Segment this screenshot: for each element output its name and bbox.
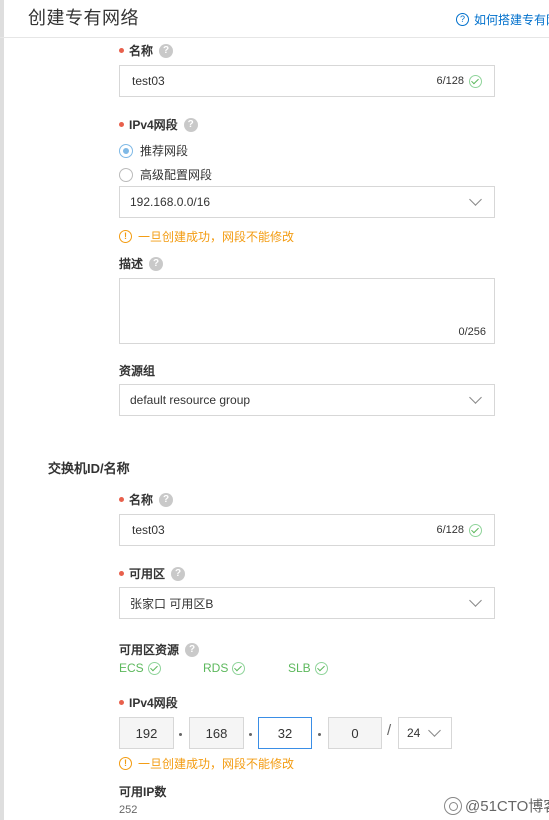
radio-selected-icon[interactable] <box>119 143 133 158</box>
help-icon[interactable]: ? <box>159 43 174 58</box>
radio-advanced-label: 高级配置网段 <box>140 168 213 182</box>
zone-resources-label: 可用区资源 ? <box>119 641 200 658</box>
description-counter: 0/256 <box>458 326 486 338</box>
ip-octet-1: 192 <box>119 717 174 749</box>
check-circle-icon <box>232 661 246 675</box>
description-textarea[interactable]: 0/256 <box>119 278 495 344</box>
ip-mask-select[interactable]: 24 <box>398 717 452 749</box>
zone-select[interactable]: 张家口 可用区B <box>119 587 495 619</box>
vswitch-name-label-text: 名称 <box>129 493 154 507</box>
vswitch-name-input[interactable]: test03 6/128 <box>119 514 495 546</box>
help-icon[interactable]: ? <box>149 256 164 271</box>
watermark: @51CTO博客 <box>444 795 549 816</box>
vpc-cidr-value: 192.168.0.0/16 <box>130 195 211 209</box>
help-icon[interactable]: ? <box>185 642 200 657</box>
radio-unselected-icon[interactable] <box>119 167 133 182</box>
zone-resource-ecs: ECS <box>119 661 161 675</box>
vswitch-name-counter: 6/128 <box>436 523 482 537</box>
radio-advanced[interactable]: 高级配置网段 <box>119 166 212 183</box>
ip-octet-4: 0 <box>328 717 382 749</box>
ip-mask-value: 24 <box>407 726 421 740</box>
vpc-cidr-warning: ! 一旦创建成功，网段不能修改 <box>119 228 294 245</box>
radio-recommended[interactable]: 推荐网段 <box>119 142 188 159</box>
ip-separator-dot <box>179 733 182 736</box>
vswitch-section-title: 交换机ID/名称 <box>48 461 130 476</box>
vpc-name-value: test03 <box>132 74 165 88</box>
vpc-ipv4-label-text: IPv4网段 <box>129 118 178 132</box>
vswitch-cidr-warning: ! 一旦创建成功，网段不能修改 <box>119 755 294 772</box>
zone-value: 张家口 可用区B <box>130 596 214 611</box>
left-panel-edge <box>0 0 4 820</box>
watermark-logo-icon <box>444 796 462 815</box>
help-icon[interactable]: ? <box>159 492 174 507</box>
vswitch-name-counter-text: 6/128 <box>436 524 464 536</box>
warning-icon: ! <box>119 230 132 243</box>
check-circle-icon <box>147 661 161 675</box>
resource-group-label: 资源组 <box>119 362 155 379</box>
help-link-label: 如何搭建专有网 <box>474 13 549 27</box>
zone-label: 可用区 ? <box>119 565 186 582</box>
watermark-text: @51CTO博客 <box>465 798 549 815</box>
required-dot <box>119 48 124 53</box>
vpc-name-label: 名称 ? <box>119 42 174 59</box>
dialog-header: 创建专有网络 ? 如何搭建专有网 <box>0 0 549 38</box>
vswitch-name-label: 名称 ? <box>119 491 174 508</box>
chevron-down-icon <box>469 594 482 607</box>
zone-resources-label-text: 可用区资源 <box>119 643 180 657</box>
vswitch-cidr-warning-text: 一旦创建成功，网段不能修改 <box>138 757 295 771</box>
resource-group-select[interactable]: default resource group <box>119 384 495 416</box>
required-dot <box>119 497 124 502</box>
resource-group-value: default resource group <box>130 393 251 407</box>
zone-resource-slb-text: SLB <box>288 661 311 675</box>
zone-resource-rds: RDS <box>203 661 246 675</box>
vpc-name-counter: 6/128 <box>436 74 482 88</box>
vswitch-name-value: test03 <box>132 523 165 537</box>
required-dot <box>119 700 124 705</box>
chevron-down-icon <box>469 391 482 404</box>
zone-resource-ecs-text: ECS <box>119 661 144 675</box>
chevron-down-icon <box>428 724 441 737</box>
vpc-cidr-warning-text: 一旦创建成功，网段不能修改 <box>138 230 295 244</box>
ip-mask-slash: / <box>387 722 392 739</box>
required-dot <box>119 571 124 576</box>
ip-separator-dot <box>318 733 321 736</box>
vpc-name-input[interactable]: test03 6/128 <box>119 65 495 97</box>
help-icon[interactable]: ? <box>183 117 198 132</box>
ip-octet-3-input[interactable]: 32 <box>258 717 312 749</box>
warning-icon: ! <box>119 757 132 770</box>
zone-resource-slb: SLB <box>288 661 328 675</box>
available-ips-label: 可用IP数 <box>119 783 166 800</box>
page-title: 创建专有网络 <box>28 8 139 28</box>
vpc-name-counter-text: 6/128 <box>436 75 464 87</box>
help-link[interactable]: ? 如何搭建专有网 <box>456 11 549 28</box>
ip-separator-dot <box>249 733 252 736</box>
vswitch-ipv4-label: IPv4网段 <box>119 694 178 711</box>
zone-resource-rds-text: RDS <box>203 661 229 675</box>
radio-recommended-label: 推荐网段 <box>140 144 189 158</box>
vswitch-ipv4-label-text: IPv4网段 <box>129 696 178 710</box>
check-circle-icon <box>469 74 482 88</box>
vpc-cidr-select[interactable]: 192.168.0.0/16 <box>119 186 495 218</box>
required-dot <box>119 122 124 127</box>
description-label: 描述 ? <box>119 255 164 272</box>
ip-octet-2: 168 <box>189 717 244 749</box>
available-ips-value: 252 <box>119 804 138 816</box>
available-ips-label-text: 可用IP数 <box>119 785 167 799</box>
check-circle-icon <box>314 661 328 675</box>
check-circle-icon <box>469 523 482 537</box>
description-label-text: 描述 <box>119 257 144 271</box>
question-circle-icon: ? <box>456 13 469 26</box>
chevron-down-icon <box>469 193 482 206</box>
zone-label-text: 可用区 <box>129 567 166 581</box>
vpc-ipv4-label: IPv4网段 ? <box>119 116 198 133</box>
help-icon[interactable]: ? <box>171 566 186 581</box>
resource-group-label-text: 资源组 <box>119 364 156 378</box>
vpc-name-label-text: 名称 <box>129 44 154 58</box>
